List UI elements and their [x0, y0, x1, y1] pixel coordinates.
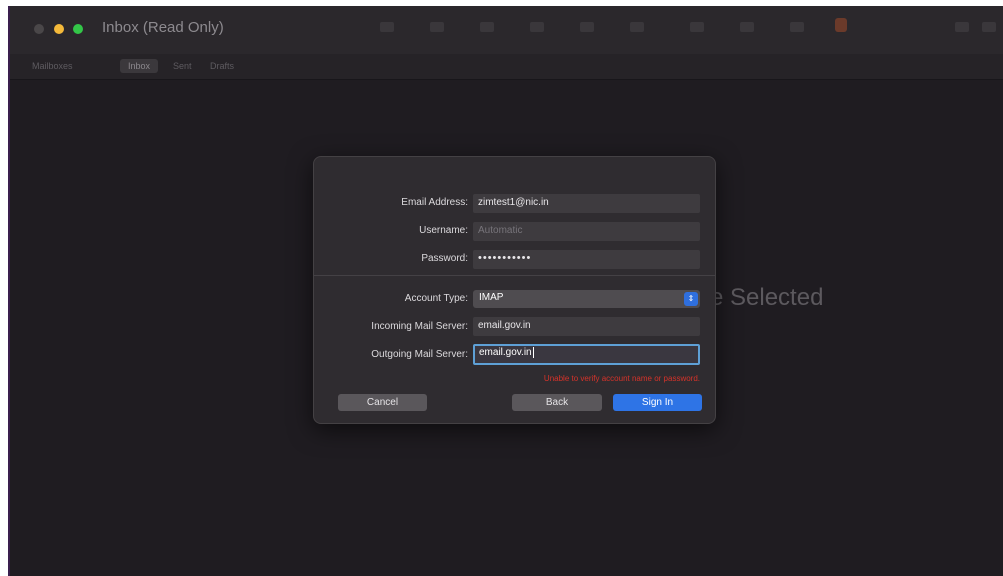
email-address-label: Email Address: — [401, 197, 468, 208]
back-button[interactable]: Back — [512, 394, 602, 411]
zoom-window-button[interactable] — [73, 24, 83, 34]
error-message: Unable to verify account name or passwor… — [543, 374, 700, 383]
favorites-mailboxes[interactable]: Mailboxes — [32, 61, 73, 71]
text-caret — [532, 347, 534, 358]
incoming-server-label: Incoming Mail Server: — [371, 321, 468, 332]
forward-icon[interactable] — [790, 22, 804, 32]
favorites-drafts[interactable]: Drafts — [210, 61, 234, 71]
junk-icon[interactable] — [630, 22, 644, 32]
reply-all-icon[interactable] — [740, 22, 754, 32]
outgoing-server-field[interactable]: email.gov.in — [473, 344, 700, 365]
outgoing-server-value: email.gov.in — [479, 347, 532, 359]
compose-icon[interactable] — [430, 22, 444, 32]
account-type-select[interactable]: IMAP ⇕ — [473, 290, 700, 308]
chevron-up-down-icon: ⇕ — [684, 292, 698, 306]
email-address-field[interactable]: zimtest1@nic.in — [473, 194, 700, 213]
flag-icon[interactable] — [835, 18, 847, 32]
account-type-value: IMAP — [479, 292, 504, 303]
reply-icon[interactable] — [690, 22, 704, 32]
password-label: Password: — [421, 253, 468, 264]
title-bar: Inbox (Read Only) — [10, 6, 1003, 54]
add-account-dialog: Email Address: zimtest1@nic.in Username:… — [313, 156, 716, 424]
cancel-button[interactable]: Cancel — [338, 394, 427, 411]
incoming-server-field[interactable]: email.gov.in — [473, 317, 700, 336]
minimize-window-button[interactable] — [54, 24, 64, 34]
mail-window: Inbox (Read Only) Mailboxes Inbox Sent D… — [8, 6, 1003, 576]
filter-icon[interactable] — [380, 22, 394, 32]
outgoing-server-label: Outgoing Mail Server: — [371, 349, 468, 360]
archive-icon[interactable] — [530, 22, 544, 32]
search-icon[interactable] — [982, 22, 996, 32]
username-field[interactable]: Automatic — [473, 222, 700, 241]
window-title: Inbox (Read Only) — [102, 19, 224, 36]
account-type-label: Account Type: — [404, 293, 468, 304]
mailbox-icon[interactable] — [480, 22, 494, 32]
favorites-inbox[interactable]: Inbox — [120, 59, 159, 73]
expand-icon[interactable] — [955, 22, 969, 32]
favorites-bar: Mailboxes Inbox Sent Drafts — [10, 54, 1003, 80]
sign-in-button[interactable]: Sign In — [613, 394, 702, 411]
password-field[interactable]: ••••••••••• — [473, 250, 700, 269]
close-window-button[interactable] — [34, 24, 44, 34]
dialog-divider — [314, 275, 715, 276]
favorites-sent[interactable]: Sent — [173, 61, 192, 71]
trash-icon[interactable] — [580, 22, 594, 32]
username-label: Username: — [419, 225, 468, 236]
no-message-selected-text: e Selected — [710, 284, 824, 311]
